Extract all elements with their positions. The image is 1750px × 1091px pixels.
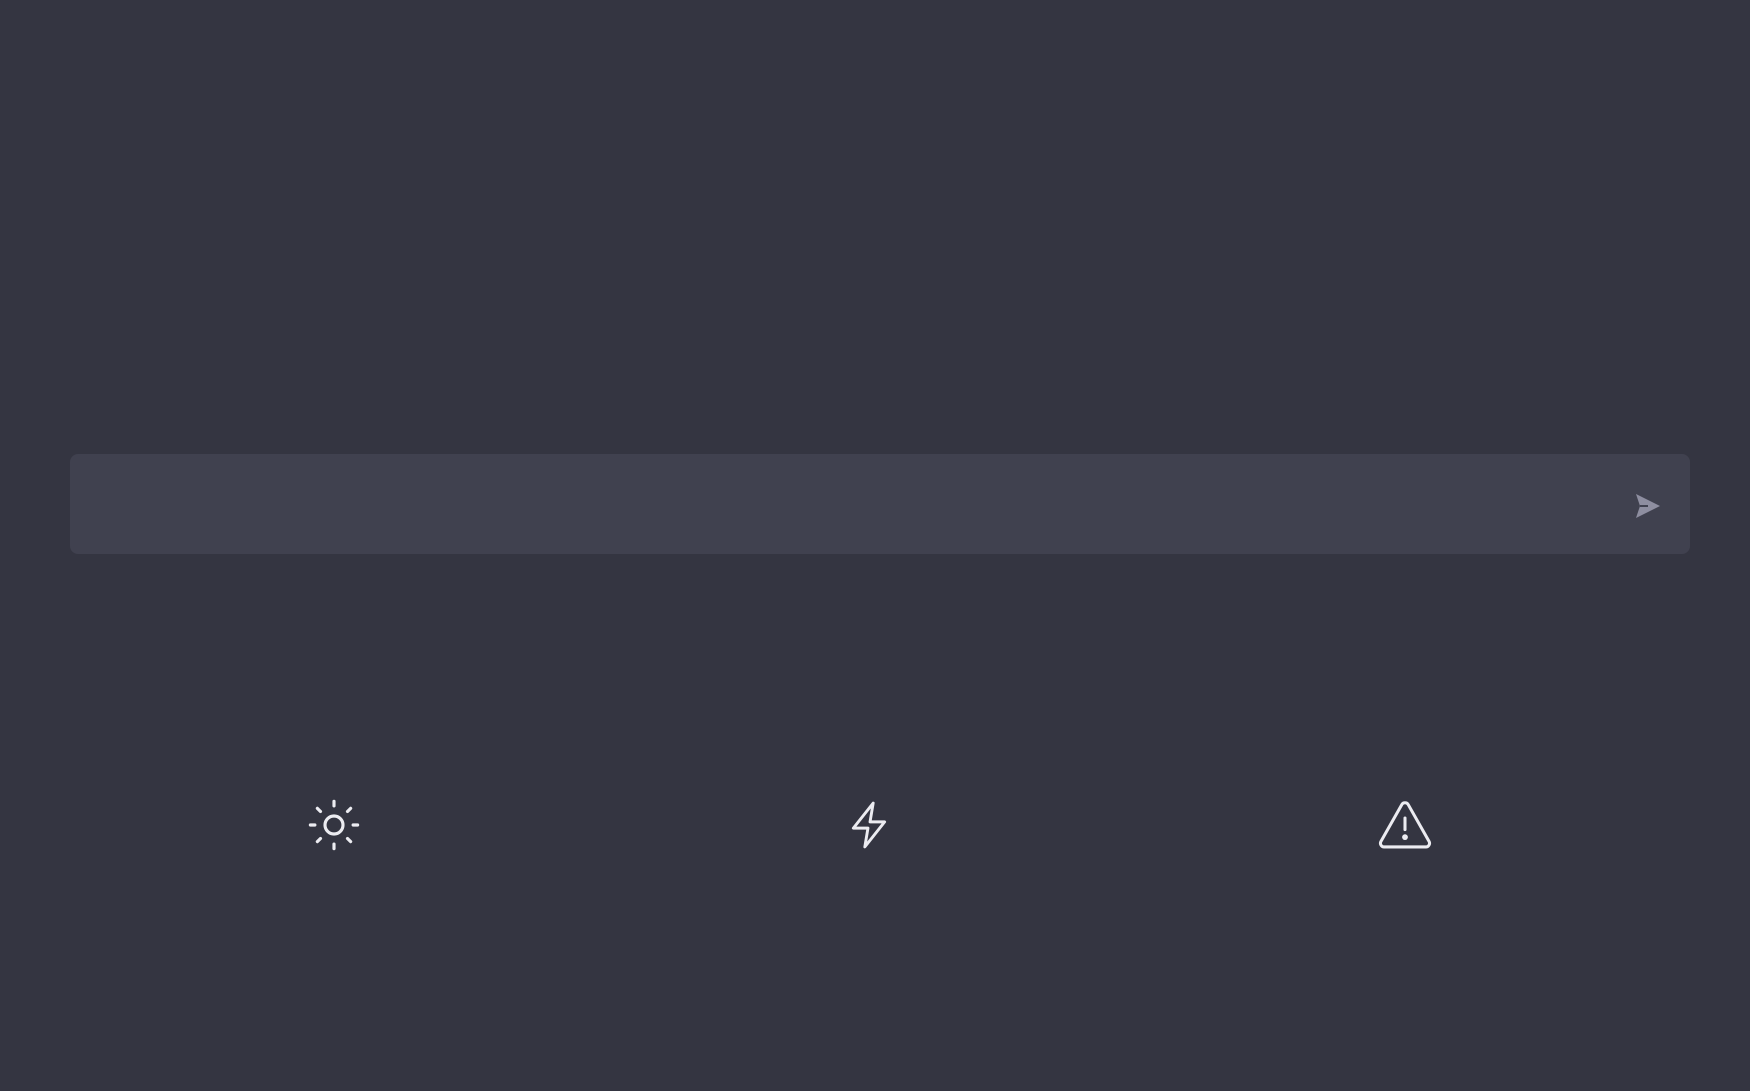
examples-column [304, 795, 364, 855]
send-icon [1632, 490, 1664, 522]
chat-page [0, 0, 1750, 1091]
message-composer [70, 454, 1690, 554]
send-button[interactable] [1628, 486, 1668, 526]
lightning-bolt-icon [844, 800, 894, 850]
capabilities-column [839, 795, 899, 855]
message-input[interactable] [70, 454, 1610, 554]
sun-icon [307, 798, 361, 852]
limitations-column [1375, 795, 1435, 855]
warning-triangle-icon [1377, 799, 1433, 851]
